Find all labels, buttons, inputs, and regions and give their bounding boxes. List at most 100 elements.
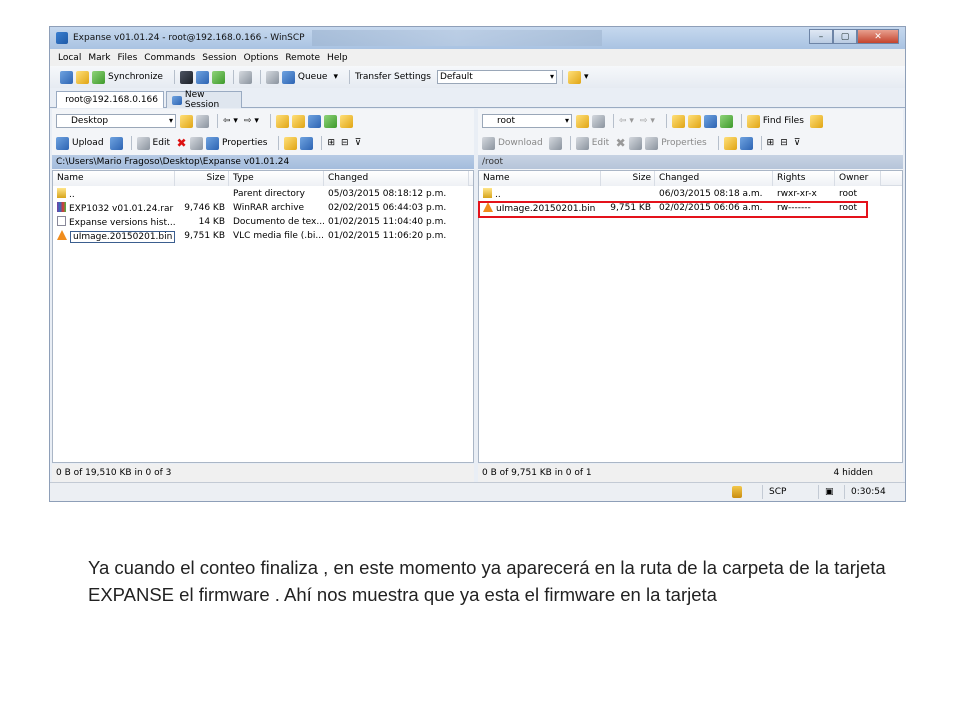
transfer-profile-select[interactable]: Default — [436, 70, 557, 84]
menu-mark[interactable]: Mark — [88, 53, 110, 63]
root-dir-icon[interactable] — [291, 114, 305, 128]
local-file-list[interactable]: Name Size Type Changed .. Parent directo… — [52, 170, 474, 463]
remote-location-select[interactable]: root — [482, 114, 572, 128]
menu-options[interactable]: Options — [244, 53, 279, 63]
transfer-settings-label: Transfer Settings — [354, 72, 431, 82]
tab-session[interactable]: root@192.168.0.166 — [56, 91, 164, 108]
properties-button[interactable]: Properties — [222, 138, 267, 148]
toolbar-separator — [278, 136, 280, 150]
open-folder-icon[interactable] — [180, 114, 193, 128]
download-options-icon[interactable] — [548, 136, 562, 150]
queue-list-icon[interactable] — [265, 70, 279, 84]
refresh-icon[interactable] — [719, 114, 733, 128]
forward-arrow-icon[interactable]: ⇨ ▾ — [244, 116, 259, 126]
forward-arrow-icon[interactable]: ⇨ ▾ — [640, 116, 655, 126]
preferences-gear-icon[interactable] — [238, 70, 252, 84]
unselect-icon[interactable]: ⊟ — [341, 138, 349, 148]
menu-commands[interactable]: Commands — [144, 53, 195, 63]
parent-dir-icon[interactable] — [671, 114, 685, 128]
menu-session[interactable]: Session — [202, 53, 236, 63]
back-arrow-icon[interactable]: ⇦ ▾ — [223, 116, 238, 126]
synchronize-button[interactable]: Synchronize — [108, 72, 163, 82]
file-changed: 06/03/2015 08:18 a.m. — [659, 189, 763, 199]
menu-help[interactable]: Help — [327, 53, 348, 63]
open-folder-icon[interactable] — [576, 114, 589, 128]
col-size-header[interactable]: Size — [601, 171, 655, 186]
sync-browse-icon[interactable] — [76, 70, 89, 84]
new-folder-icon[interactable] — [284, 136, 298, 150]
upload-button[interactable]: Upload — [72, 138, 104, 148]
col-owner-header[interactable]: Owner — [835, 171, 881, 186]
download-icon — [482, 136, 495, 150]
close-button[interactable]: ✕ — [857, 29, 899, 44]
local-location-select[interactable]: Desktop — [56, 114, 176, 128]
select-all-icon[interactable]: ⊞ — [327, 138, 335, 148]
parent-dir-icon[interactable] — [275, 114, 289, 128]
queue-button[interactable]: Queue — [298, 72, 328, 82]
col-changed-header[interactable]: Changed — [324, 171, 469, 186]
vlc-file-icon — [57, 230, 67, 240]
find-icon[interactable] — [339, 114, 353, 128]
table-row[interactable]: EXP1032 v01.01.24.rar 9,746 KB WinRAR ar… — [53, 202, 473, 215]
toolbar-separator — [269, 114, 271, 128]
queue-dropdown-icon[interactable]: ▾ — [333, 72, 338, 82]
toolbar-separator — [665, 114, 667, 128]
local-status: 0 B of 19,510 KB in 0 of 3 — [52, 464, 474, 482]
file-rights: rwxr-xr-x — [777, 189, 817, 199]
transfer-options-dropdown-icon[interactable]: ▾ — [584, 72, 589, 82]
transfer-options-icon[interactable] — [567, 70, 581, 84]
col-name-header[interactable]: Name — [479, 171, 601, 186]
select-all-icon[interactable]: ⊞ — [767, 138, 775, 148]
col-rights-header[interactable]: Rights — [773, 171, 835, 186]
compare-dirs-icon[interactable] — [60, 70, 73, 84]
download-button[interactable]: Download — [498, 138, 543, 148]
rename-icon[interactable] — [189, 136, 203, 150]
col-name-header[interactable]: Name — [53, 171, 175, 186]
toolbar-separator — [569, 136, 571, 150]
tab-new-session[interactable]: New Session — [166, 90, 242, 110]
root-dir-icon[interactable] — [687, 114, 701, 128]
table-row[interactable]: .. Parent directory 05/03/2015 08:18:12 … — [53, 188, 473, 201]
menu-local[interactable]: Local — [58, 53, 81, 63]
menu-bar: Local Mark Files Commands Session Option… — [50, 49, 905, 66]
col-type-header[interactable]: Type — [229, 171, 324, 186]
refresh-icon[interactable] — [323, 114, 337, 128]
delete-icon[interactable]: ✖ — [176, 136, 187, 150]
home-icon[interactable] — [703, 114, 717, 128]
maximize-button[interactable]: ▢ — [833, 29, 857, 44]
properties-button[interactable]: Properties — [661, 138, 706, 148]
refresh-icon[interactable] — [211, 70, 225, 84]
back-arrow-icon[interactable]: ⇦ ▾ — [619, 116, 634, 126]
select-filter-icon[interactable]: ⊽ — [355, 138, 362, 148]
new-folder-icon[interactable] — [723, 136, 737, 150]
filter-icon[interactable] — [592, 114, 605, 128]
tree-icon[interactable] — [809, 114, 823, 128]
col-size-header[interactable]: Size — [175, 171, 229, 186]
table-row[interactable]: .. 06/03/2015 08:18 a.m. rwxr-xr-x root — [479, 188, 902, 201]
table-row[interactable]: uImage.20150201.bin 9,751 KB VLC media f… — [53, 230, 473, 243]
edit-button[interactable]: Edit — [592, 138, 609, 148]
file-owner: root — [839, 189, 858, 199]
edit-icon — [575, 136, 589, 150]
edit-button[interactable]: Edit — [153, 138, 170, 148]
rename-icon[interactable] — [629, 136, 643, 150]
new-file-icon[interactable] — [739, 136, 753, 150]
putty-icon[interactable] — [195, 70, 209, 84]
menu-files[interactable]: Files — [118, 53, 138, 63]
console-icon[interactable] — [179, 70, 193, 84]
find-files-button[interactable]: Find Files — [763, 116, 804, 126]
delete-icon[interactable]: ✖ — [615, 136, 626, 150]
menu-remote[interactable]: Remote — [285, 53, 320, 63]
col-changed-header[interactable]: Changed — [655, 171, 773, 186]
select-filter-icon[interactable]: ⊽ — [794, 138, 801, 148]
remote-location-label: root — [497, 116, 516, 126]
file-name: uImage.20150201.bin — [70, 231, 175, 243]
upload-options-icon[interactable] — [109, 136, 123, 150]
unselect-icon[interactable]: ⊟ — [780, 138, 788, 148]
filter-icon[interactable] — [196, 114, 209, 128]
home-icon[interactable] — [307, 114, 321, 128]
minimize-button[interactable]: – — [809, 29, 833, 44]
table-row[interactable]: Expanse versions hist... 14 KB Documento… — [53, 216, 473, 229]
new-file-icon[interactable] — [300, 136, 314, 150]
toolbar-separator — [130, 136, 132, 150]
